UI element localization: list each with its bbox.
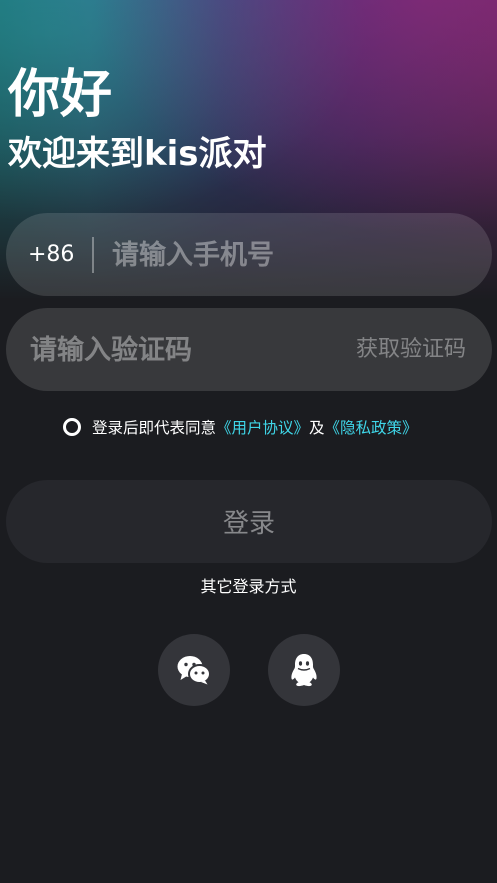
phone-field: +86: [6, 213, 492, 296]
greeting-title: 你好: [8, 65, 113, 125]
privacy-policy-link[interactable]: 《隐私政策》: [325, 416, 418, 438]
agreement-conjunction: 及: [309, 419, 325, 437]
get-code-button[interactable]: 获取验证码: [356, 335, 466, 365]
login-button[interactable]: 登录: [6, 480, 492, 563]
user-agreement-link[interactable]: 《用户协议》: [216, 416, 309, 438]
welcome-subtitle: 欢迎来到kis派对: [8, 134, 267, 174]
agreement-checkbox[interactable]: [63, 418, 81, 436]
other-login-label: 其它登录方式: [200, 577, 297, 596]
wechat-icon: [177, 656, 211, 685]
qq-icon: [291, 654, 317, 687]
qq-login-button[interactable]: [268, 634, 340, 706]
wechat-login-button[interactable]: [158, 634, 230, 706]
agreement-prefix: 登录后即代表同意: [92, 419, 217, 437]
verification-code-field: 获取验证码: [6, 308, 492, 391]
field-divider: [92, 237, 94, 273]
login-screen: 你好 欢迎来到kis派对 +86 获取验证码 登录后即代表同意 《用户协议》 及…: [0, 0, 497, 883]
country-code-selector[interactable]: +86: [28, 241, 74, 269]
phone-input[interactable]: [112, 233, 472, 277]
agreement-row: 登录后即代表同意 《用户协议》 及 《隐私政策》: [63, 414, 418, 440]
verification-code-input[interactable]: [30, 328, 330, 372]
